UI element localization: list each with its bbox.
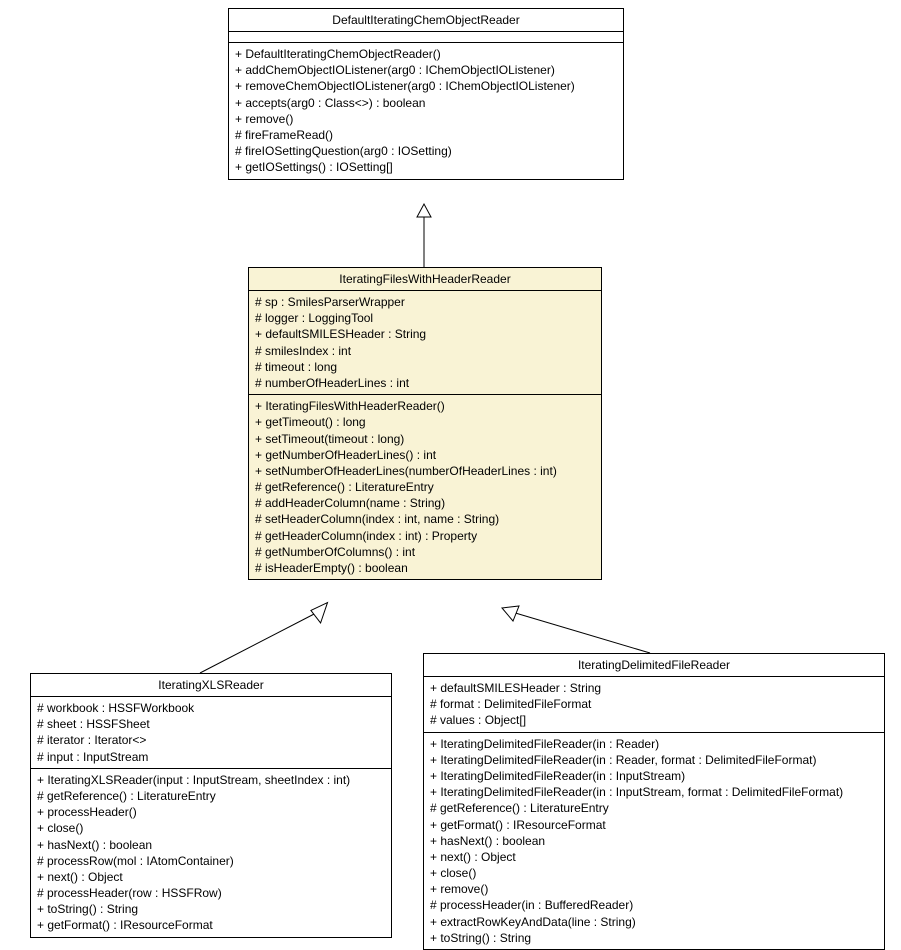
- uml-class-default-reader: DefaultIteratingChemObjectReader + Defau…: [228, 8, 624, 180]
- uml-member: + IteratingDelimitedFileReader(in : Inpu…: [430, 768, 878, 784]
- uml-member: # getReference() : LiteratureEntry: [37, 788, 385, 804]
- uml-member: + next() : Object: [37, 869, 385, 885]
- uml-member: # processHeader(in : BufferedReader): [430, 897, 878, 913]
- uml-member: + toString() : String: [37, 901, 385, 917]
- class-name: IteratingFilesWithHeaderReader: [249, 268, 601, 291]
- class-name: DefaultIteratingChemObjectReader: [229, 9, 623, 32]
- uml-member: # fireIOSettingQuestion(arg0 : IOSetting…: [235, 143, 617, 159]
- uml-member: + extractRowKeyAndData(line : String): [430, 914, 878, 930]
- uml-class-header-reader: IteratingFilesWithHeaderReader # sp : Sm…: [248, 267, 602, 580]
- uml-class-xls-reader: IteratingXLSReader # workbook : HSSFWork…: [30, 673, 392, 938]
- uml-member: + remove(): [430, 881, 878, 897]
- uml-member: # smilesIndex : int: [255, 343, 595, 359]
- uml-member: # values : Object[]: [430, 712, 878, 728]
- uml-member: # workbook : HSSFWorkbook: [37, 700, 385, 716]
- uml-member: + close(): [430, 865, 878, 881]
- methods-section: + IteratingFilesWithHeaderReader()+ getT…: [249, 395, 601, 579]
- uml-member: + getFormat() : IResourceFormat: [430, 817, 878, 833]
- uml-member: # fireFrameRead(): [235, 127, 617, 143]
- uml-member: # getReference() : LiteratureEntry: [430, 800, 878, 816]
- uml-member: + defaultSMILESHeader : String: [430, 680, 878, 696]
- uml-member: # setHeaderColumn(index : int, name : St…: [255, 511, 595, 527]
- uml-member: # logger : LoggingTool: [255, 310, 595, 326]
- uml-member: # getNumberOfColumns() : int: [255, 544, 595, 560]
- uml-member: + addChemObjectIOListener(arg0 : IChemOb…: [235, 62, 617, 78]
- attributes-section: + defaultSMILESHeader : String# format :…: [424, 677, 884, 733]
- uml-member: # getReference() : LiteratureEntry: [255, 479, 595, 495]
- uml-member: # numberOfHeaderLines : int: [255, 375, 595, 391]
- uml-member: # sheet : HSSFSheet: [37, 716, 385, 732]
- uml-member: # isHeaderEmpty() : boolean: [255, 560, 595, 576]
- uml-member: + getIOSettings() : IOSetting[]: [235, 159, 617, 175]
- methods-section: + DefaultIteratingChemObjectReader()+ ad…: [229, 43, 623, 179]
- methods-section: + IteratingDelimitedFileReader(in : Read…: [424, 733, 884, 949]
- uml-member: # format : DelimitedFileFormat: [430, 696, 878, 712]
- uml-member: + getTimeout() : long: [255, 414, 595, 430]
- uml-member: + IteratingDelimitedFileReader(in : Read…: [430, 736, 878, 752]
- uml-member: + getFormat() : IResourceFormat: [37, 917, 385, 933]
- uml-member: + setNumberOfHeaderLines(numberOfHeaderL…: [255, 463, 595, 479]
- uml-member: + accepts(arg0 : Class<>) : boolean: [235, 95, 617, 111]
- attributes-section: # workbook : HSSFWorkbook# sheet : HSSFS…: [31, 697, 391, 769]
- uml-member: + close(): [37, 820, 385, 836]
- uml-member: + remove(): [235, 111, 617, 127]
- uml-member: + hasNext() : boolean: [37, 837, 385, 853]
- uml-member: # timeout : long: [255, 359, 595, 375]
- uml-member: + defaultSMILESHeader : String: [255, 326, 595, 342]
- uml-member: # processHeader(row : HSSFRow): [37, 885, 385, 901]
- uml-member: + IteratingXLSReader(input : InputStream…: [37, 772, 385, 788]
- uml-member: + setTimeout(timeout : long): [255, 431, 595, 447]
- uml-member: # getHeaderColumn(index : int) : Propert…: [255, 528, 595, 544]
- uml-member: + getNumberOfHeaderLines() : int: [255, 447, 595, 463]
- uml-class-delimited-reader: IteratingDelimitedFileReader + defaultSM…: [423, 653, 885, 950]
- uml-member: + IteratingFilesWithHeaderReader(): [255, 398, 595, 414]
- uml-member: # input : InputStream: [37, 749, 385, 765]
- uml-member: + hasNext() : boolean: [430, 833, 878, 849]
- attributes-section: # sp : SmilesParserWrapper# logger : Log…: [249, 291, 601, 395]
- uml-member: + next() : Object: [430, 849, 878, 865]
- methods-section: + IteratingXLSReader(input : InputStream…: [31, 769, 391, 937]
- uml-member: # sp : SmilesParserWrapper: [255, 294, 595, 310]
- uml-member: + processHeader(): [37, 804, 385, 820]
- uml-member: + IteratingDelimitedFileReader(in : Inpu…: [430, 784, 878, 800]
- uml-member: + DefaultIteratingChemObjectReader(): [235, 46, 617, 62]
- uml-member: + removeChemObjectIOListener(arg0 : IChe…: [235, 78, 617, 94]
- uml-member: # iterator : Iterator<>: [37, 732, 385, 748]
- class-name: IteratingXLSReader: [31, 674, 391, 697]
- uml-member: + IteratingDelimitedFileReader(in : Read…: [430, 752, 878, 768]
- uml-member: # addHeaderColumn(name : String): [255, 495, 595, 511]
- attributes-section: [229, 32, 623, 43]
- class-name: IteratingDelimitedFileReader: [424, 654, 884, 677]
- uml-member: # processRow(mol : IAtomContainer): [37, 853, 385, 869]
- uml-member: + toString() : String: [430, 930, 878, 946]
